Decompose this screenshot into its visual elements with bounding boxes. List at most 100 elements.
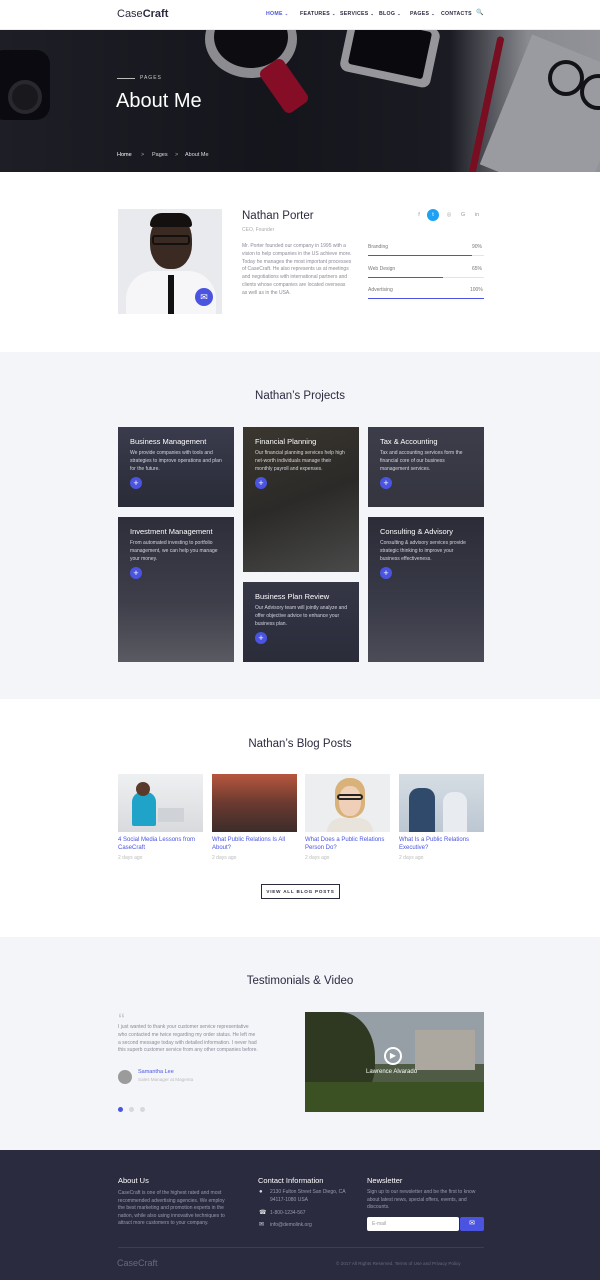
laptop-image bbox=[158, 808, 184, 822]
project-card[interactable]: Business Plan Review Our Advisory team w… bbox=[243, 582, 359, 662]
blog-post-image[interactable] bbox=[212, 774, 297, 832]
nav-contacts[interactable]: CONTACTS bbox=[441, 11, 472, 17]
nav-label: BLOG bbox=[379, 11, 396, 17]
search-icon[interactable]: 🔍 bbox=[476, 9, 483, 16]
blog-post-image[interactable] bbox=[399, 774, 484, 832]
instagram-icon[interactable]: ◎ bbox=[443, 209, 455, 221]
nav-home[interactable]: HOME ⌄ bbox=[266, 11, 288, 17]
project-title: Tax & Accounting bbox=[380, 437, 438, 446]
tie-image bbox=[168, 275, 174, 314]
breadcrumb-home[interactable]: Home bbox=[117, 152, 132, 158]
nav-label: CONTACTS bbox=[441, 11, 472, 17]
skill-bar bbox=[368, 255, 484, 256]
skill-bar-fill bbox=[368, 298, 484, 299]
breadcrumb-separator: > bbox=[141, 152, 145, 158]
google-plus-icon[interactable]: G bbox=[457, 209, 469, 221]
profile-role: CEO, Founder bbox=[242, 227, 275, 233]
plus-icon[interactable]: + bbox=[255, 632, 267, 644]
mail-icon: ✉ bbox=[259, 1222, 265, 1228]
facebook-icon[interactable]: f bbox=[413, 209, 425, 221]
glasses-image bbox=[337, 794, 363, 800]
person-head-image bbox=[136, 782, 150, 796]
profile-name: Nathan Porter bbox=[242, 210, 314, 222]
project-card[interactable]: Financial Planning Our financial plannin… bbox=[243, 427, 359, 572]
testimonial-author[interactable]: Samantha Lee bbox=[138, 1069, 174, 1075]
chevron-down-icon: ⌄ bbox=[331, 11, 336, 16]
breadcrumb-separator: > bbox=[175, 152, 179, 158]
hair-image bbox=[150, 213, 192, 227]
breadcrumb-pages[interactable]: Pages bbox=[152, 152, 168, 158]
plus-icon[interactable]: + bbox=[380, 477, 392, 489]
linkedin-icon[interactable]: in bbox=[471, 209, 483, 221]
person-image bbox=[132, 792, 156, 826]
nav-label: SERVICES bbox=[340, 11, 369, 17]
hero-overlay bbox=[0, 30, 600, 172]
footer-email[interactable]: info@demolink.org bbox=[270, 1222, 312, 1230]
logo-text-craft: Craft bbox=[142, 8, 169, 20]
slider-dot[interactable] bbox=[129, 1107, 134, 1112]
blog-post-title[interactable]: 4 Social Media Lessons from CaseCraft bbox=[118, 837, 203, 853]
messenger-icon[interactable]: ✉ bbox=[195, 288, 213, 306]
project-title: Consulting & Advisory bbox=[380, 527, 453, 536]
chevron-down-icon: ⌄ bbox=[397, 11, 401, 16]
blog-post-date: 2 days ago bbox=[118, 855, 143, 861]
project-card[interactable]: Business Management We provide companies… bbox=[118, 427, 234, 507]
footer-address: 2130 Fulton Street San Diego, CA 94117-1… bbox=[270, 1189, 346, 1203]
plus-icon[interactable]: + bbox=[130, 567, 142, 579]
slider-dot[interactable] bbox=[140, 1107, 145, 1112]
blog-post-title[interactable]: What Does a Public Relations Person Do? bbox=[305, 837, 390, 853]
testimonial-text: I just wanted to thank your customer ser… bbox=[118, 1024, 258, 1054]
view-all-posts-button[interactable]: VIEW ALL BLOG POSTS bbox=[261, 884, 340, 899]
skill-bar-fill bbox=[368, 255, 473, 256]
footer-logo[interactable]: CaseCraft bbox=[117, 1258, 158, 1268]
project-desc: Our financial planning services help hig… bbox=[255, 450, 345, 472]
nav-services[interactable]: SERVICES ⌄ bbox=[340, 11, 374, 17]
footer-about-text: CaseCraft is one of the highest rated an… bbox=[118, 1190, 225, 1227]
newsletter-send-button[interactable]: ✉ bbox=[460, 1217, 484, 1231]
plus-icon[interactable]: + bbox=[130, 477, 142, 489]
skill-label: Web Design bbox=[368, 266, 396, 272]
blog-post-title[interactable]: What Is a Public Relations Executive? bbox=[399, 837, 484, 853]
blog-post-date: 2 days ago bbox=[212, 855, 237, 861]
footer-newsletter-text: Sign up to our newsletter and be the fir… bbox=[367, 1189, 476, 1211]
testimonials-title: Testimonials & Video bbox=[246, 975, 354, 987]
hero-banner bbox=[0, 30, 600, 172]
site-logo[interactable]: CaseCraft bbox=[117, 8, 168, 20]
plus-icon[interactable]: + bbox=[380, 567, 392, 579]
testimonial-author-role: Sales Manager at Magenta bbox=[138, 1077, 194, 1082]
footer-phone[interactable]: 1-800-1234-567 bbox=[270, 1210, 306, 1218]
play-icon[interactable]: ▶ bbox=[384, 1047, 402, 1065]
nav-features[interactable]: FEATURES ⌄ bbox=[300, 11, 336, 17]
project-card[interactable]: Investment Management From automated inv… bbox=[118, 517, 234, 662]
project-desc: Tax and accounting services form the fin… bbox=[380, 450, 463, 472]
skill-value: 100% bbox=[470, 287, 483, 293]
blog-post-image[interactable] bbox=[305, 774, 390, 832]
twitter-icon[interactable]: t bbox=[427, 209, 439, 221]
blog-post-title[interactable]: What Public Relations Is All About? bbox=[212, 837, 297, 853]
project-image bbox=[368, 517, 484, 662]
plus-icon[interactable]: + bbox=[255, 477, 267, 489]
avatar bbox=[118, 1070, 132, 1084]
project-card[interactable]: Tax & Accounting Tax and accounting serv… bbox=[368, 427, 484, 507]
copyright: © 2017 All Rights Reserved. Terms of Use… bbox=[336, 1261, 461, 1266]
newsletter-email-input[interactable]: E-mail bbox=[367, 1217, 459, 1231]
nav-label: PAGES bbox=[410, 11, 430, 17]
person-image bbox=[409, 788, 435, 832]
project-title: Investment Management bbox=[130, 527, 213, 536]
kicker-line bbox=[117, 78, 135, 79]
blog-post-image[interactable] bbox=[118, 774, 203, 832]
skill-label: Advertising bbox=[368, 287, 393, 293]
blog-post-date: 2 days ago bbox=[399, 855, 424, 861]
chevron-down-icon: ⌄ bbox=[370, 11, 375, 16]
slider-dot[interactable] bbox=[118, 1107, 123, 1112]
testimonials-section bbox=[0, 937, 600, 1150]
glasses-image bbox=[152, 235, 190, 245]
nav-label: HOME bbox=[266, 11, 283, 17]
footer-about-title: About Us bbox=[118, 1176, 149, 1185]
video-caption: Lawrence Alvarado bbox=[366, 1069, 418, 1075]
project-image bbox=[243, 427, 359, 572]
nav-pages[interactable]: PAGES ⌄ bbox=[410, 11, 435, 17]
nav-blog[interactable]: BLOG ⌄ bbox=[379, 11, 401, 17]
profile-bio: Mr. Porter founded our company in 1995 w… bbox=[242, 243, 352, 296]
project-card[interactable]: Consulting & Advisory Consulting & advis… bbox=[368, 517, 484, 662]
